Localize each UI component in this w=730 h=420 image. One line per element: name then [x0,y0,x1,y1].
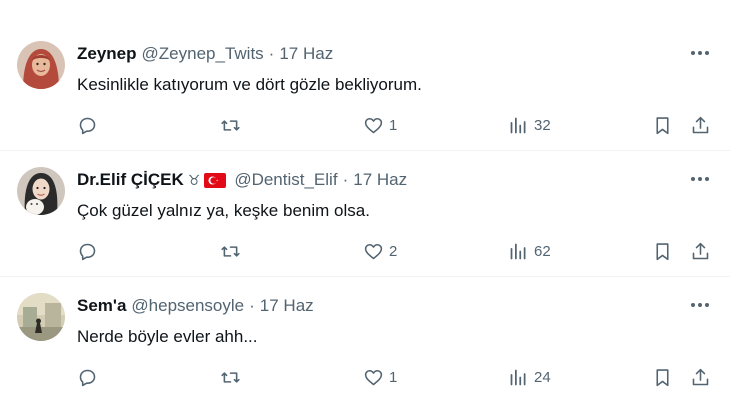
share-button[interactable] [690,366,711,388]
action-bar: 2 62 [0,240,730,262]
more-icon[interactable] [688,45,712,61]
separator-dot: · [342,170,349,189]
turkey-flag-icon [204,172,227,188]
reply-button[interactable] [77,114,103,136]
avatar[interactable] [17,167,65,215]
more-icon[interactable] [688,297,712,313]
reply-button[interactable] [77,240,103,262]
views-button[interactable]: 24 [508,366,551,388]
action-bar: 1 32 [0,114,730,136]
tweet-header: Sem'a @hepsensoyle · 17 Haz [77,296,670,316]
share-icon [692,116,709,133]
bookmark-icon [656,242,669,260]
like-count: 2 [389,242,398,260]
more-icon[interactable] [688,171,712,187]
share-button[interactable] [690,240,711,262]
avatar[interactable] [17,293,65,341]
tweet-header: Zeynep @Zeynep_Twits · 17 Haz [77,44,670,64]
tweet-date[interactable]: 17 Haz [260,296,314,316]
like-icon [364,243,383,259]
views-icon [510,369,526,385]
reply-icon [79,369,96,386]
like-icon [364,117,383,133]
tweet-date[interactable]: 17 Haz [353,170,407,190]
retweet-button[interactable] [220,366,246,388]
share-icon [692,242,709,259]
views-count: 24 [534,368,551,386]
tweet-date[interactable]: 17 Haz [279,44,333,64]
author-name[interactable]: Dr.Elif ÇİÇEK [77,170,184,190]
reply-feed: Zeynep @Zeynep_Twits · 17 Haz Kesinlikle… [0,0,730,420]
bookmark-button[interactable] [652,240,673,262]
bookmark-icon [656,368,669,386]
share-button[interactable] [690,114,711,136]
separator-dot: · [249,296,255,315]
action-bar: 1 24 [0,366,730,388]
retweet-button[interactable] [220,114,246,136]
views-icon [510,117,526,133]
like-button[interactable]: 1 [363,114,397,136]
avatar[interactable] [17,41,65,89]
bookmark-button[interactable] [652,114,673,136]
like-button[interactable]: 1 [363,366,397,388]
author-handle[interactable]: @Zeynep_Twits [142,44,264,64]
retweet-icon [221,245,240,257]
reply-icon [79,117,96,134]
views-icon [510,243,526,259]
separator-dot: · [268,44,275,63]
retweet-icon [221,371,240,383]
tweet[interactable]: Dr.Elif ÇİÇEK ♉ @Dentist_Elif · 17 Haz Ç… [0,151,730,277]
views-button[interactable]: 62 [508,240,551,262]
tweet[interactable]: Sem'a @hepsensoyle · 17 Haz Nerde böyle … [0,277,730,407]
reply-button[interactable] [77,366,103,388]
author-name[interactable]: Zeynep [77,44,137,64]
like-button[interactable]: 2 [363,240,397,262]
views-count: 62 [534,242,551,260]
author-handle[interactable]: @Dentist_Elif [234,170,337,190]
tweet-text: Çok güzel yalnız ya, keşke benim olsa. [77,201,370,220]
like-count: 1 [389,116,398,134]
like-icon [364,369,383,385]
views-count: 32 [534,116,551,134]
tweet-text: Kesinlikle katıyorum ve dört gözle bekli… [77,75,422,94]
tweet-header: Dr.Elif ÇİÇEK ♉ @Dentist_Elif · 17 Haz [77,170,670,190]
author-handle[interactable]: @hepsensoyle [131,296,244,316]
reply-icon [79,243,96,260]
name-suffix: ♉ [187,172,201,188]
bookmark-icon [656,116,669,134]
retweet-icon [221,119,240,131]
tweet-text: Nerde böyle evler ahh... [77,327,258,346]
like-count: 1 [389,368,398,386]
share-icon [692,368,709,385]
tweet[interactable]: Zeynep @Zeynep_Twits · 17 Haz Kesinlikle… [0,25,730,151]
bookmark-button[interactable] [652,366,673,388]
author-name[interactable]: Sem'a [77,296,126,316]
views-button[interactable]: 32 [508,114,551,136]
retweet-button[interactable] [220,240,246,262]
